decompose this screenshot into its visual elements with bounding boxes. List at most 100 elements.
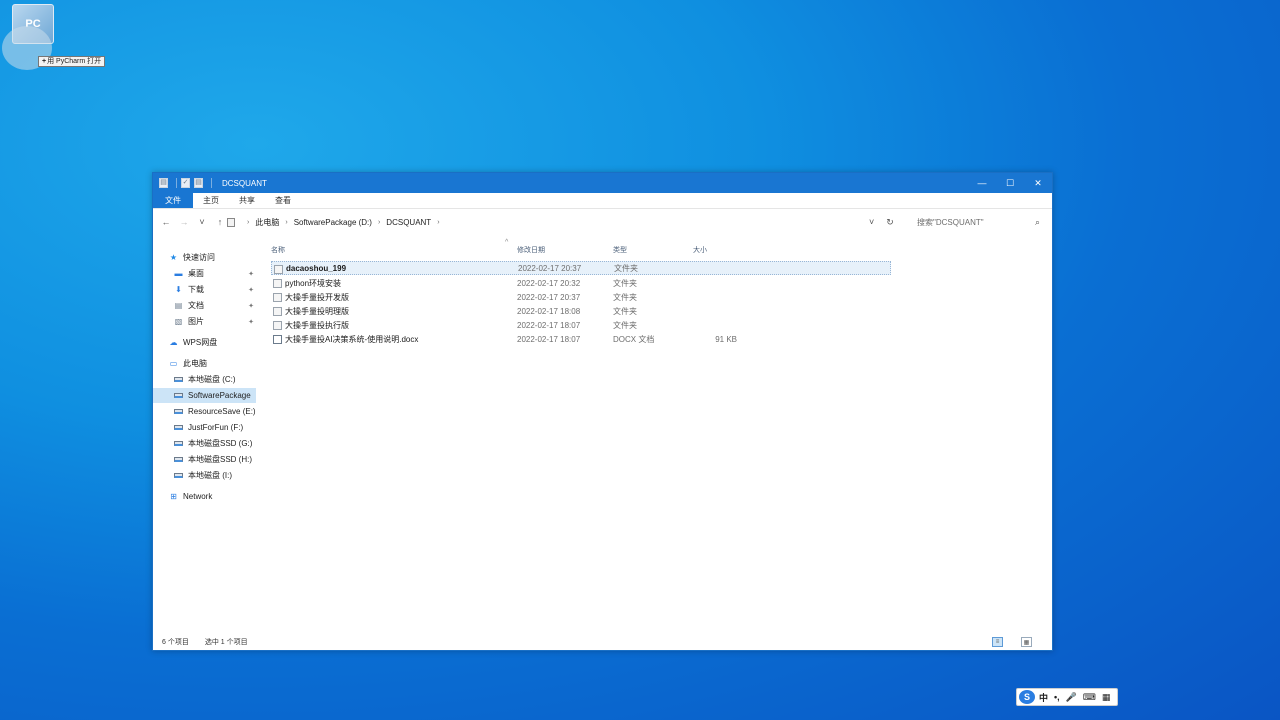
column-header-name[interactable]: 名称: [271, 245, 285, 257]
address-bar[interactable]: › 此电脑 › SoftwarePackage (D:) › DCSQUANT …: [227, 213, 897, 231]
sidebar-drive[interactable]: 本地磁盘 (I:): [153, 468, 256, 483]
sidebar-item-documents[interactable]: ▤ 文档 ✦: [153, 298, 256, 313]
path-separator[interactable]: ›: [285, 219, 287, 226]
drive-icon: [174, 376, 183, 384]
docx-file-icon: [273, 335, 282, 344]
breadcrumb-drive-d[interactable]: SoftwarePackage (D:): [294, 218, 372, 227]
drive-icon: [174, 424, 183, 432]
properties-icon[interactable]: ✓: [181, 178, 190, 188]
drive-icon: [174, 472, 183, 480]
sidebar-item-this-pc[interactable]: ▭ 此电脑: [153, 356, 256, 371]
keyboard-icon[interactable]: ⌨: [1083, 692, 1096, 703]
maximize-button[interactable]: ☐: [996, 173, 1024, 193]
large-icons-view-icon[interactable]: ▦: [1021, 637, 1032, 647]
tab-file[interactable]: 文件: [153, 193, 193, 208]
sidebar-drive-selected[interactable]: SoftwarePackage: [153, 388, 256, 403]
tab-home[interactable]: 主页: [193, 193, 229, 208]
details-view-icon[interactable]: ≡: [992, 637, 1003, 647]
path-separator: ›: [247, 218, 250, 226]
sidebar-drive[interactable]: 本地磁盘SSD (G:): [153, 436, 256, 451]
sidebar-drive[interactable]: ResourceSave (E:): [153, 404, 256, 419]
table-row[interactable]: python环境安装 2022-02-17 20:32 文件夹: [271, 276, 891, 290]
forward-button[interactable]: →: [177, 217, 191, 227]
table-row[interactable]: dacaoshou_199 2022-02-17 20:37 文件夹: [271, 261, 891, 275]
close-button[interactable]: ✕: [1024, 173, 1052, 193]
file-date: 2022-02-17 18:07: [517, 334, 581, 344]
tab-share[interactable]: 共享: [229, 193, 265, 208]
star-icon: ★: [169, 253, 178, 262]
file-name: 大操手量投开发版: [285, 292, 349, 302]
sidebar-item-network[interactable]: ⊞ Network: [153, 489, 256, 504]
folder-icon: ▤: [159, 178, 168, 188]
divider: [211, 178, 212, 188]
address-dropdown-icon[interactable]: ˅: [869, 217, 874, 227]
file-type: 文件夹: [613, 278, 637, 288]
column-header-size[interactable]: 大小: [693, 245, 707, 257]
selected-count: 选中 1 个项目: [204, 639, 248, 646]
sidebar-drive[interactable]: 本地磁盘SSD (H:): [153, 452, 256, 467]
file-explorer-window: ▤ ✓ ▤ DCSQUANT — ☐ ✕ 文件 主页 共享 查看 ← → ˅ ↑…: [152, 172, 1053, 651]
folder-icon: [273, 279, 282, 288]
breadcrumb-this-pc[interactable]: 此电脑: [255, 217, 279, 228]
path-separator[interactable]: ›: [378, 219, 380, 226]
sidebar-item-desktop[interactable]: ▬ 桌面 ✦: [153, 266, 256, 281]
drive-icon: [174, 408, 183, 416]
sidebar-item-wps[interactable]: ☁ WPS网盘: [153, 335, 256, 350]
minimize-button[interactable]: —: [968, 173, 996, 193]
download-icon: ⬇: [175, 285, 182, 294]
microphone-icon[interactable]: 🎤: [1066, 692, 1077, 703]
table-row[interactable]: 大操手量投明理版 2022-02-17 18:08 文件夹: [271, 304, 891, 318]
network-icon: ⊞: [170, 492, 177, 501]
drag-tooltip: +用 PyCharm 打开: [38, 56, 106, 67]
sidebar-drive[interactable]: 本地磁盘 (C:): [153, 372, 256, 387]
folder-icon: [274, 265, 283, 274]
up-button[interactable]: ↑: [213, 217, 227, 227]
sogou-logo-icon[interactable]: S: [1019, 690, 1035, 704]
sidebar-item-downloads[interactable]: ⬇ 下载 ✦: [153, 282, 256, 297]
file-name: 大操手量投执行版: [285, 320, 349, 330]
new-folder-icon[interactable]: ▤: [194, 178, 203, 188]
search-icon[interactable]: ⌕: [1035, 217, 1040, 228]
search-box[interactable]: 搜索"DCSQUANT" ⌕: [917, 213, 1044, 231]
desktop-shortcut[interactable]: PC: [2, 2, 62, 70]
window-title: DCSQUANT: [222, 178, 267, 188]
tab-view[interactable]: 查看: [265, 193, 301, 208]
ribbon-tabs: 文件 主页 共享 查看: [153, 193, 1052, 209]
sidebar-drive[interactable]: JustForFun (F:): [153, 420, 256, 435]
breadcrumb-dcsquant[interactable]: DCSQUANT: [386, 218, 431, 227]
file-date: 2022-02-17 20:32: [517, 278, 581, 288]
file-name: python环境安装: [285, 278, 342, 288]
file-date: 2022-02-17 20:37: [518, 263, 582, 273]
drive-icon: [174, 456, 183, 464]
search-placeholder[interactable]: 搜索"DCSQUANT": [917, 217, 1035, 228]
sidebar-item-pictures[interactable]: ▧ 图片 ✦: [153, 314, 256, 329]
punctuation-icon[interactable]: •,: [1054, 692, 1060, 702]
document-icon: ▤: [174, 301, 183, 310]
ime-toolbar: S 中 •, 🎤 ⌨ ▦: [1016, 688, 1118, 706]
chinese-mode-toggle[interactable]: 中: [1039, 691, 1048, 704]
refresh-icon[interactable]: ↻: [886, 217, 894, 228]
pin-icon: ✦: [248, 302, 254, 310]
table-row[interactable]: 大操手量投开发版 2022-02-17 20:37 文件夹: [271, 290, 891, 304]
path-separator[interactable]: ›: [437, 219, 439, 226]
pin-icon: ✦: [248, 286, 254, 294]
column-header-type[interactable]: 类型: [613, 245, 627, 257]
cloud-icon: ☁: [169, 338, 178, 347]
sidebar-quick-access[interactable]: ★ 快速访问: [153, 250, 256, 265]
toolbox-icon[interactable]: ▦: [1102, 692, 1111, 703]
table-row[interactable]: 大操手量投AI决策系统-使用说明.docx 2022-02-17 18:07 D…: [271, 332, 891, 346]
recent-locations-icon[interactable]: ˅: [195, 217, 209, 227]
drive-icon: [174, 392, 183, 400]
file-name: 大操手量投AI决策系统-使用说明.docx: [285, 334, 419, 344]
back-button[interactable]: ←: [159, 217, 173, 227]
table-row[interactable]: 大操手量投执行版 2022-02-17 18:07 文件夹: [271, 318, 891, 332]
file-type: 文件夹: [614, 263, 638, 273]
computer-icon: ▭: [169, 359, 178, 368]
file-name: dacaoshou_199: [286, 263, 347, 273]
desktop-icon: ▬: [174, 269, 183, 278]
navigation-bar: ← → ˅ ↑ › 此电脑 › SoftwarePackage (D:) › D…: [153, 209, 1052, 235]
file-date: 2022-02-17 18:08: [517, 306, 581, 316]
divider: [176, 178, 177, 188]
title-bar[interactable]: ▤ ✓ ▤ DCSQUANT — ☐ ✕: [153, 173, 1052, 193]
column-header-date[interactable]: 修改日期: [517, 245, 545, 257]
